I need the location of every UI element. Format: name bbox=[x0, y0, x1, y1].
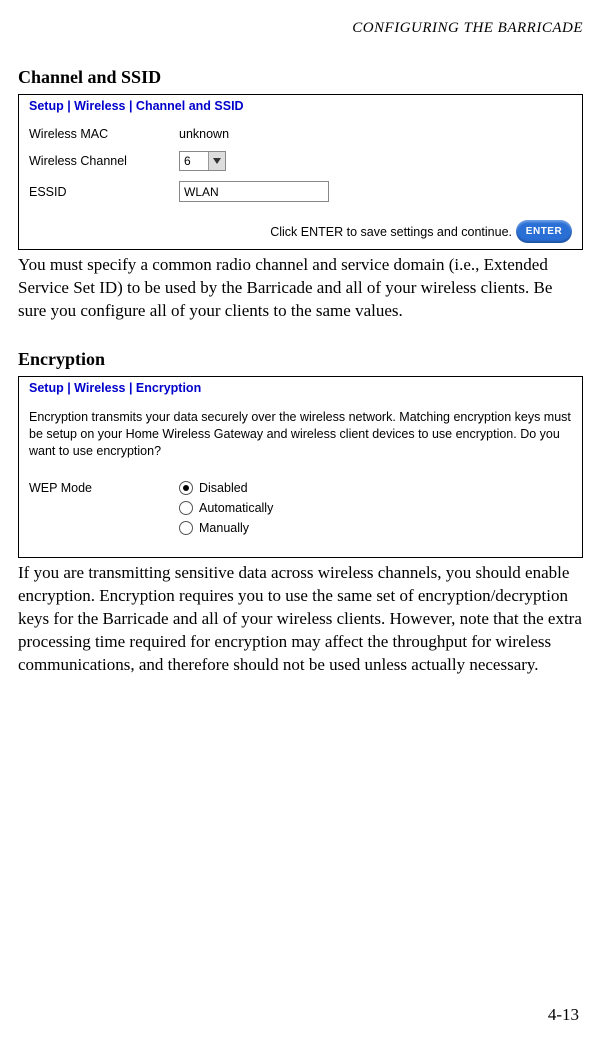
essid-input[interactable] bbox=[179, 181, 329, 202]
value-wireless-mac: unknown bbox=[179, 127, 229, 141]
row-wireless-channel: Wireless Channel 6 bbox=[29, 151, 572, 171]
breadcrumb: Setup | Wireless | Encryption bbox=[29, 381, 572, 395]
panel-channel-ssid: Setup | Wireless | Channel and SSID Wire… bbox=[18, 94, 583, 250]
radio-option-disabled[interactable]: Disabled bbox=[179, 481, 273, 495]
row-wireless-mac: Wireless MAC unknown bbox=[29, 127, 572, 141]
wireless-channel-select[interactable]: 6 bbox=[179, 151, 226, 171]
chevron-down-icon bbox=[208, 152, 225, 170]
row-wep-mode: WEP Mode Disabled Automatically Manually bbox=[29, 481, 572, 541]
label-wireless-channel: Wireless Channel bbox=[29, 154, 179, 168]
section-title-channel-ssid: Channel and SSID bbox=[18, 67, 583, 88]
breadcrumb: Setup | Wireless | Channel and SSID bbox=[29, 99, 572, 113]
label-wep-mode: WEP Mode bbox=[29, 481, 179, 495]
footer-hint: Click ENTER to save settings and continu… bbox=[270, 225, 512, 239]
section-title-encryption: Encryption bbox=[18, 349, 583, 370]
wireless-channel-value: 6 bbox=[180, 154, 208, 168]
panel-footer: Click ENTER to save settings and continu… bbox=[29, 220, 572, 243]
radio-icon bbox=[179, 501, 193, 515]
radio-icon bbox=[179, 521, 193, 535]
radio-label: Disabled bbox=[199, 481, 248, 495]
label-essid: ESSID bbox=[29, 185, 179, 199]
radio-option-manually[interactable]: Manually bbox=[179, 521, 273, 535]
section2-body-text: If you are transmitting sensitive data a… bbox=[18, 562, 583, 677]
radio-label: Manually bbox=[199, 521, 249, 535]
radio-option-automatically[interactable]: Automatically bbox=[179, 501, 273, 515]
encryption-description: Encryption transmits your data securely … bbox=[29, 409, 572, 460]
row-essid: ESSID bbox=[29, 181, 572, 202]
section1-body-text: You must specify a common radio channel … bbox=[18, 254, 583, 323]
page-header: CONFIGURING THE BARRICADE bbox=[18, 20, 583, 37]
radio-icon bbox=[179, 481, 193, 495]
enter-button[interactable]: ENTER bbox=[516, 220, 572, 243]
wep-mode-radio-group: Disabled Automatically Manually bbox=[179, 481, 273, 541]
page-number: 4-13 bbox=[548, 1005, 579, 1025]
panel-encryption: Setup | Wireless | Encryption Encryption… bbox=[18, 376, 583, 559]
radio-label: Automatically bbox=[199, 501, 273, 515]
label-wireless-mac: Wireless MAC bbox=[29, 127, 179, 141]
